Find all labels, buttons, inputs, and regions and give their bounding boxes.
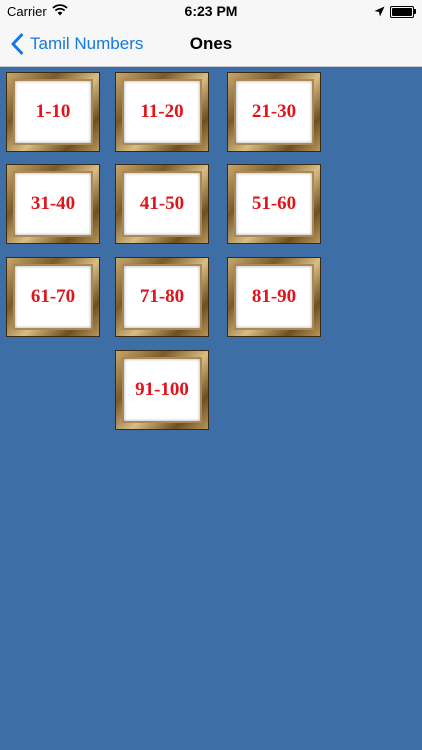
- tile-mat: 91-100: [122, 357, 202, 423]
- tile-label: 81-90: [251, 286, 297, 307]
- range-tile-91-100[interactable]: 91-100: [115, 350, 209, 430]
- range-tile-51-60[interactable]: 51-60: [227, 164, 321, 244]
- chevron-left-icon: [11, 33, 23, 55]
- range-tile-81-90[interactable]: 81-90: [227, 257, 321, 337]
- back-button-label: Tamil Numbers: [30, 34, 144, 53]
- tile-label: 51-60: [251, 193, 297, 214]
- location-arrow-icon: [374, 5, 385, 20]
- back-button[interactable]: Tamil Numbers: [10, 22, 143, 66]
- range-tile-31-40[interactable]: 31-40: [6, 164, 100, 244]
- tile-label: 1-10: [35, 101, 71, 122]
- tile-label: 21-30: [251, 101, 297, 122]
- tile-label: 71-80: [139, 286, 185, 307]
- range-tile-41-50[interactable]: 41-50: [115, 164, 209, 244]
- tile-label: 91-100: [135, 379, 189, 400]
- tile-mat: 1-10: [13, 79, 93, 145]
- range-tile-11-20[interactable]: 11-20: [115, 72, 209, 152]
- tile-label: 31-40: [30, 193, 76, 214]
- range-tile-61-70[interactable]: 61-70: [6, 257, 100, 337]
- tile-label: 11-20: [140, 101, 184, 122]
- tile-mat: 11-20: [122, 79, 202, 145]
- status-bar: Carrier 6:23 PM: [0, 0, 422, 22]
- navigation-bar: Tamil Numbers Ones: [0, 22, 422, 67]
- tile-mat: 51-60: [234, 171, 314, 237]
- tile-mat: 61-70: [13, 264, 93, 330]
- clock: 6:23 PM: [184, 3, 238, 19]
- battery-icon: [390, 6, 414, 18]
- battery-tip: [414, 9, 416, 14]
- tile-label: 41-50: [139, 193, 185, 214]
- tile-mat: 31-40: [13, 171, 93, 237]
- tile-label: 61-70: [30, 286, 76, 307]
- tile-mat: 81-90: [234, 264, 314, 330]
- range-tile-1-10[interactable]: 1-10: [6, 72, 100, 152]
- range-tile-21-30[interactable]: 21-30: [227, 72, 321, 152]
- tile-mat: 41-50: [122, 171, 202, 237]
- tile-mat: 21-30: [234, 79, 314, 145]
- range-tile-71-80[interactable]: 71-80: [115, 257, 209, 337]
- tile-mat: 71-80: [122, 264, 202, 330]
